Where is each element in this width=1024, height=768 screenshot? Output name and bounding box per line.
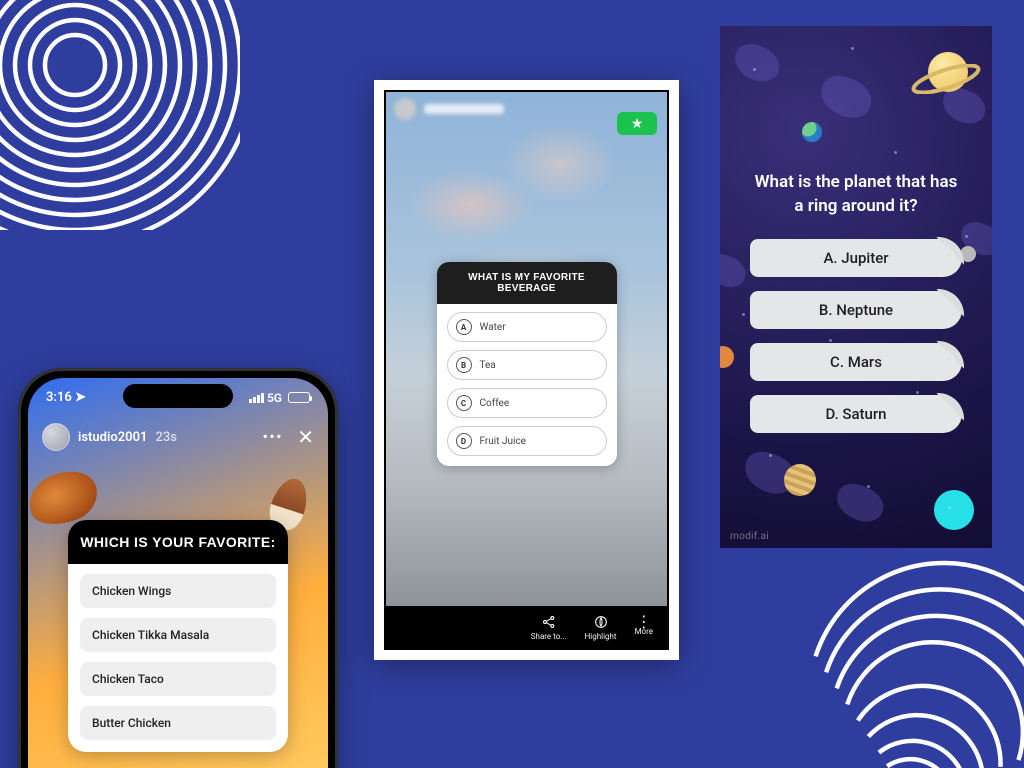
story-footer: Share to... Highlight ⋮ More <box>386 606 667 648</box>
quiz-option[interactable]: A. Jupiter <box>750 239 962 277</box>
option-letter: B <box>456 357 472 373</box>
status-time: 3:16 ➤ <box>46 390 86 405</box>
brand-watermark: modif.ai <box>730 531 769 542</box>
story-more-icon[interactable]: ••• <box>263 430 283 445</box>
phone-screen: 3:16 ➤ 5G istudio2001 23s ••• ✕ WHICH IS… <box>28 378 328 768</box>
decor-arcs-top-left <box>0 0 240 230</box>
quiz-option[interactable]: D Fruit Juice <box>447 426 607 456</box>
highlight-icon <box>593 614 609 630</box>
story-age: 23s <box>155 430 176 445</box>
story-viewer-frame: ★ WHAT IS MY FAVORITE BEVERAGE A Water B… <box>374 80 679 660</box>
story-quiz-card: WHICH IS YOUR FAVORITE: Chicken Wings Ch… <box>68 520 288 752</box>
quiz-option[interactable]: B Tea <box>447 350 607 380</box>
share-icon <box>541 614 557 630</box>
phone-mockup: 3:16 ➤ 5G istudio2001 23s ••• ✕ WHICH IS… <box>18 368 338 768</box>
share-button[interactable]: Share to... <box>531 614 567 641</box>
phone-notch <box>123 384 233 408</box>
option-label: Water <box>480 322 506 333</box>
quiz-option[interactable]: Chicken Taco <box>80 662 276 696</box>
star-icon: ★ <box>631 116 644 132</box>
avatar[interactable] <box>394 98 416 120</box>
story-header: istudio2001 23s ••• ✕ <box>28 405 328 459</box>
option-label: Tea <box>480 360 496 371</box>
quiz-option[interactable]: Chicken Tikka Masala <box>80 618 276 652</box>
highlight-button[interactable]: Highlight <box>585 614 617 641</box>
story-quiz-card: WHAT IS MY FAVORITE BEVERAGE A Water B T… <box>437 262 617 466</box>
battery-icon <box>288 392 310 403</box>
quiz-title: WHICH IS YOUR FAVORITE: <box>68 520 288 564</box>
more-button[interactable]: ⋮ More <box>635 619 653 636</box>
quiz-title: WHAT IS MY FAVORITE BEVERAGE <box>437 262 617 304</box>
network-label: 5G <box>267 391 282 405</box>
quiz-option[interactable]: C Coffee <box>447 388 607 418</box>
quiz-option[interactable]: Chicken Wings <box>80 574 276 608</box>
avatar[interactable] <box>42 423 70 451</box>
quiz-options: A. Jupiter B. Neptune C. Mars D. Saturn <box>720 239 992 433</box>
quiz-option[interactable]: D. Saturn <box>750 395 962 433</box>
quiz-option[interactable]: A Water <box>447 312 607 342</box>
story-viewer: ★ WHAT IS MY FAVORITE BEVERAGE A Water B… <box>384 90 669 650</box>
planet-quiz-card: What is the planet that has a ring aroun… <box>720 26 992 548</box>
story-username[interactable]: istudio2001 <box>78 430 147 445</box>
quiz-option[interactable]: B. Neptune <box>750 291 962 329</box>
option-letter: C <box>456 395 472 411</box>
option-letter: A <box>456 319 472 335</box>
signal-icon <box>249 393 264 403</box>
option-letter: D <box>456 433 472 449</box>
quiz-option[interactable]: C. Mars <box>750 343 962 381</box>
story-close-icon[interactable]: ✕ <box>297 425 314 449</box>
quiz-question: What is the planet that has a ring aroun… <box>720 26 992 239</box>
option-label: Fruit Juice <box>480 436 526 447</box>
story-username-blurred <box>424 104 504 114</box>
close-friends-badge[interactable]: ★ <box>617 112 657 135</box>
quiz-option[interactable]: Butter Chicken <box>80 706 276 740</box>
option-label: Coffee <box>480 398 510 409</box>
more-icon: ⋮ <box>636 619 652 625</box>
